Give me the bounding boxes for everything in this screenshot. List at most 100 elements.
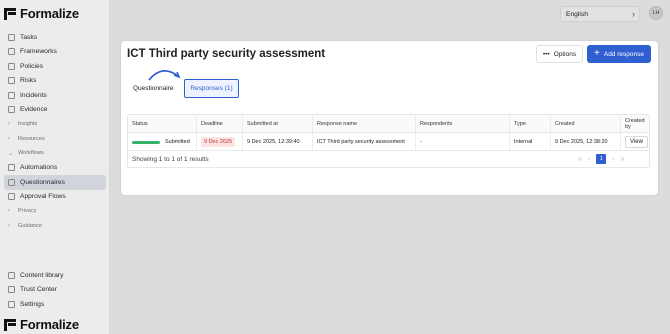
sidebar-item-tasks[interactable]: Tasks [0, 30, 110, 45]
sidebar-group-label: Guidance [18, 222, 42, 229]
tab-responses[interactable]: Responses (1) [184, 79, 239, 98]
sidebar-item-label: Policies [20, 62, 44, 70]
response-name-cell: ICT Third party security assessment [312, 133, 415, 151]
options-button-label: Options [553, 50, 577, 58]
sidebar-item-content-library[interactable]: Content library [0, 268, 110, 283]
sidebar-item-questionnaires[interactable]: Questionnaires [4, 175, 106, 190]
evidence-icon [8, 106, 15, 114]
brand-logo-footer: Formalize [4, 317, 79, 332]
next-page-icon[interactable]: › [612, 156, 614, 163]
sidebar-bottom-nav: Content library Trust Center Settings [0, 268, 110, 312]
status-progress-bar [132, 140, 160, 144]
trust-center-icon [8, 286, 15, 294]
column-header-type[interactable]: Type [509, 115, 550, 133]
sidebar-group-guidance[interactable]: › Guidance [0, 219, 110, 234]
prev-page-icon[interactable]: ‹ [588, 156, 590, 163]
column-header-respondents[interactable]: Respondents [415, 115, 509, 133]
chevron-right-icon: › [632, 9, 635, 19]
sidebar-item-risks[interactable]: Risks [0, 74, 110, 89]
column-header-created[interactable]: Created [550, 115, 620, 133]
brand-logo[interactable]: Formalize [4, 6, 79, 21]
frameworks-icon [8, 48, 15, 56]
column-header-submitted-at[interactable]: Submitted at [242, 115, 312, 133]
first-page-icon[interactable]: « [578, 156, 582, 163]
incidents-icon [8, 91, 15, 99]
sidebar-group-label: Resources [18, 135, 45, 142]
sidebar-item-automations[interactable]: Automations [0, 161, 110, 176]
sidebar-group-workflows[interactable]: ⌄ Workflows [0, 146, 110, 161]
page-number-button[interactable]: 1 [596, 154, 607, 164]
pagination: « ‹ 1 › » [578, 154, 625, 164]
sidebar-item-label: Risks [20, 77, 37, 85]
questionnaires-icon [8, 178, 15, 186]
sidebar-item-label: Settings [20, 300, 45, 308]
sidebar-group-resources[interactable]: › Resources [0, 132, 110, 147]
formalize-logo-icon [4, 318, 16, 331]
sidebar: Formalize Tasks Frameworks Policies Risk… [0, 0, 110, 334]
sidebar-nav: Tasks Frameworks Policies Risks Incident… [0, 30, 110, 233]
sidebar-group-label: Workflows [18, 150, 44, 157]
sidebar-item-evidence[interactable]: Evidence [0, 103, 110, 118]
deadline-badge: 9 Dec 2025 [201, 137, 236, 147]
sidebar-item-approval-flows[interactable]: Approval Flows [0, 190, 110, 205]
action-cell: View [620, 133, 649, 151]
automations-icon [8, 164, 15, 172]
column-header-deadline[interactable]: Deadline [196, 115, 242, 133]
add-response-label: Add response [603, 50, 644, 58]
sidebar-item-incidents[interactable]: Incidents [0, 88, 110, 103]
status-text: Submitted [165, 139, 190, 145]
chevron-down-icon: ⌄ [8, 150, 14, 157]
status-cell: Submitted [128, 133, 196, 151]
chevron-right-icon: › [8, 222, 10, 229]
sidebar-item-label: Incidents [20, 91, 47, 99]
sidebar-item-label: Evidence [20, 106, 48, 114]
deadline-cell: 9 Dec 2025 [196, 133, 242, 151]
submitted-at-cell: 9 Dec 2025, 12:39:40 [242, 133, 312, 151]
column-header-created-by[interactable]: Created by [620, 115, 649, 133]
library-icon [8, 271, 15, 279]
sidebar-group-label: Insights [18, 121, 38, 128]
last-page-icon[interactable]: » [621, 156, 625, 163]
tab-questionnaire[interactable]: Questionnaire [133, 85, 173, 92]
column-header-status[interactable]: Status [128, 115, 196, 133]
chevron-right-icon: › [8, 135, 10, 142]
sidebar-item-label: Frameworks [20, 48, 57, 56]
column-header-response-name[interactable]: Response name [312, 115, 415, 133]
table-header: Status Deadline Submitted at Response na… [128, 115, 649, 133]
options-button[interactable]: ••• Options [536, 45, 583, 63]
sidebar-item-trust-center[interactable]: Trust Center [0, 283, 110, 298]
sidebar-item-label: Approval Flows [20, 193, 66, 201]
sidebar-item-settings[interactable]: Settings [0, 297, 110, 312]
sidebar-item-label: Questionnaires [20, 178, 65, 186]
tasks-icon [8, 33, 15, 41]
sidebar-item-label: Content library [20, 271, 64, 279]
brand-name: Formalize [20, 6, 79, 21]
brand-name-footer: Formalize [20, 317, 79, 332]
sidebar-item-label: Tasks [20, 33, 38, 41]
view-button[interactable]: View [625, 136, 648, 148]
policies-icon [8, 62, 15, 70]
table-row[interactable]: Submitted 9 Dec 2025 9 Dec 2025, 12:39:4… [128, 133, 649, 151]
sidebar-item-frameworks[interactable]: Frameworks [0, 45, 110, 60]
chevron-right-icon: › [8, 121, 10, 128]
risks-icon [8, 77, 15, 85]
sidebar-item-label: Automations [20, 164, 58, 172]
formalize-logo-icon [4, 7, 16, 20]
page-title: ICT Third party security assessment [127, 48, 326, 60]
sidebar-group-label: Privacy [18, 208, 37, 215]
sidebar-group-privacy[interactable]: › Privacy [0, 204, 110, 219]
respondents-cell: - [415, 133, 509, 151]
add-response-button[interactable]: + Add response [587, 45, 651, 63]
sidebar-item-label: Trust Center [20, 286, 57, 294]
sidebar-group-insights[interactable]: › Insights [0, 117, 110, 132]
plus-icon: + [594, 48, 600, 59]
sidebar-item-policies[interactable]: Policies [0, 59, 110, 74]
language-select[interactable]: English › [560, 6, 640, 22]
created-cell: 9 Dec 2025, 12:38:20 [550, 133, 620, 151]
approval-flows-icon [8, 193, 15, 201]
avatar[interactable]: LH [649, 6, 663, 20]
curved-arrow-icon [148, 70, 181, 81]
chevron-right-icon: › [8, 208, 10, 215]
tab-responses-label: Responses (1) [190, 85, 233, 92]
more-horizontal-icon: ••• [542, 50, 550, 58]
